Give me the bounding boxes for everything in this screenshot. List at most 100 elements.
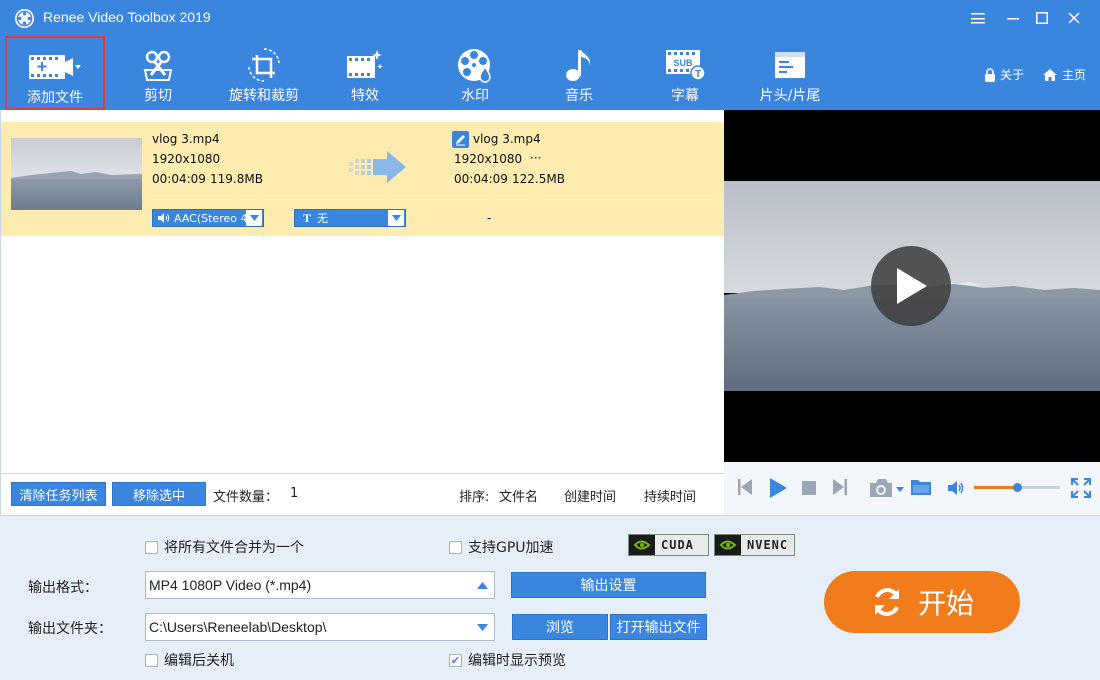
intro-outro-icon (774, 46, 806, 84)
film-add-icon (27, 48, 83, 86)
show-preview-label: 编辑时显示预览 (468, 653, 566, 669)
minimize-icon[interactable] (1001, 6, 1025, 30)
source-duration: 00:04:09 (152, 172, 206, 186)
shutdown-after-checkbox[interactable]: 编辑后关机 (145, 650, 234, 670)
title-bar: Renee Video Toolbox 2019 (0, 0, 1100, 36)
output-format-label: 输出格式： (28, 580, 98, 596)
previous-icon[interactable] (737, 478, 753, 496)
subtitle-select[interactable]: T 无 (294, 209, 406, 227)
remove-selected-button[interactable]: 移除选中 (112, 482, 206, 506)
refresh-icon (874, 588, 899, 616)
cuda-label: CUDA (661, 538, 694, 552)
volume-icon[interactable] (947, 480, 965, 496)
about-link[interactable]: 关于 (984, 66, 1024, 83)
about-label: 关于 (1000, 68, 1025, 82)
fullscreen-icon[interactable] (1071, 478, 1091, 498)
watermark-icon (456, 46, 494, 84)
next-icon[interactable] (832, 478, 848, 496)
speaker-icon (158, 213, 170, 223)
clear-list-button[interactable]: 清除任务列表 (11, 482, 106, 506)
audio-track-value: AAC(Stereo 4 (174, 211, 246, 225)
cut-button[interactable]: 剪切 (118, 36, 198, 110)
shutdown-after-label: 编辑后关机 (164, 653, 234, 669)
cut-label: 剪切 (144, 88, 172, 104)
music-button[interactable]: 音乐 (544, 36, 614, 110)
rotate-crop-button[interactable]: 旋转和裁剪 (220, 36, 308, 110)
lock-icon (985, 67, 995, 82)
effects-button[interactable]: 特效 (330, 36, 400, 110)
player-controls (724, 462, 1100, 515)
source-filename: vlog 3.mp4 (152, 132, 220, 146)
start-button[interactable]: 开始 (824, 571, 1020, 633)
sort-by-name[interactable]: 文件名 (499, 486, 538, 505)
watermark-button[interactable]: 水印 (440, 36, 510, 110)
convert-arrow-icon (349, 151, 406, 183)
nvidia-logo-icon (629, 535, 655, 555)
menu-icon[interactable] (966, 6, 990, 30)
subtitle-value: 无 (317, 212, 329, 225)
maximize-icon[interactable] (1030, 6, 1054, 30)
snapshot-camera-icon[interactable] (868, 477, 906, 499)
rotate-crop-label: 旋转和裁剪 (229, 88, 299, 104)
chevron-down-icon (388, 210, 404, 226)
add-file-label: 添加文件 (27, 90, 83, 106)
subtitle-button[interactable]: SUB T 字幕 (650, 36, 720, 110)
checkbox-box (145, 653, 158, 667)
file-list: vlog 3.mp4 1920x1080 00:04:09 119.8MB vl… (0, 110, 724, 473)
output-folder-field[interactable]: C:\Users\Reneelab\Desktop\ (145, 613, 495, 641)
main-toolbar: 添加文件 剪切 旋转和裁剪 特效 水印 音乐 SUB T 字幕 片头/片尾 关于… (0, 36, 1100, 110)
output-filename: vlog 3.mp4 (473, 132, 541, 146)
open-folder-icon[interactable] (910, 478, 932, 496)
intro-outro-button[interactable]: 片头/片尾 (750, 36, 830, 110)
subtitle-icon: SUB T (664, 46, 706, 84)
output-extra-value: - (487, 211, 492, 225)
home-link[interactable]: 主页 (1042, 66, 1086, 83)
intro-outro-label: 片头/片尾 (759, 88, 821, 104)
show-preview-checkbox[interactable]: ✔ 编辑时显示预览 (449, 650, 566, 670)
edit-name-icon[interactable] (452, 131, 469, 148)
merge-files-checkbox[interactable]: 将所有文件合并为一个 (145, 537, 304, 557)
video-preview[interactable] (724, 110, 1100, 462)
video-thumbnail (11, 138, 142, 210)
volume-knob[interactable] (1012, 483, 1022, 492)
svg-text:SUB: SUB (673, 58, 693, 68)
output-settings-button[interactable]: 输出设置 (511, 572, 706, 598)
output-format-select[interactable]: MP4 1080P Video (*.mp4) (145, 571, 495, 599)
open-output-folder-button[interactable]: 打开输出文件 (610, 614, 707, 640)
output-resolution: 1920x1080 (454, 152, 523, 166)
gpu-accel-checkbox[interactable]: 支持GPU加速 (449, 537, 554, 557)
watermark-label: 水印 (461, 88, 489, 104)
checkbox-box (449, 540, 462, 554)
play-icon (897, 268, 927, 304)
play-overlay-button[interactable] (871, 246, 951, 326)
merge-files-label: 将所有文件合并为一个 (164, 540, 304, 556)
close-icon[interactable] (1062, 6, 1086, 30)
play-button[interactable] (768, 477, 788, 499)
music-note-icon (564, 46, 594, 84)
effects-icon (345, 46, 385, 84)
rotate-crop-icon (247, 46, 281, 84)
volume-slider[interactable] (974, 483, 1060, 492)
output-duration: 00:04:09 (454, 172, 508, 186)
file-row[interactable]: vlog 3.mp4 1920x1080 00:04:09 119.8MB vl… (1, 122, 724, 236)
start-label: 开始 (917, 587, 974, 620)
list-footer: 清除任务列表 移除选中 文件数量： 1 排序: 文件名 创建时间 持续时间 (0, 473, 724, 515)
more-options[interactable]: ··· (530, 151, 541, 165)
home-icon (1043, 68, 1057, 81)
sort-by-created[interactable]: 创建时间 (564, 486, 616, 505)
output-format-value: MP4 1080P Video (*.mp4) (149, 577, 312, 593)
source-size: 119.8MB (210, 172, 263, 186)
sort-by-duration[interactable]: 持续时间 (644, 486, 696, 505)
audio-track-select[interactable]: AAC(Stereo 4 (152, 209, 264, 227)
subtitle-t-icon: T (303, 210, 312, 225)
output-folder-label: 输出文件夹： (28, 621, 112, 637)
browse-button[interactable]: 浏览 (512, 614, 608, 640)
output-folder-value: C:\Users\Reneelab\Desktop\ (149, 619, 327, 635)
checkbox-box (145, 540, 158, 554)
chevron-up-icon (470, 581, 494, 589)
subtitle-label: 字幕 (671, 88, 699, 104)
nvidia-logo-icon (715, 535, 741, 555)
stop-button[interactable] (802, 481, 816, 495)
effects-label: 特效 (351, 88, 379, 104)
add-file-button[interactable]: 添加文件 (5, 36, 105, 110)
